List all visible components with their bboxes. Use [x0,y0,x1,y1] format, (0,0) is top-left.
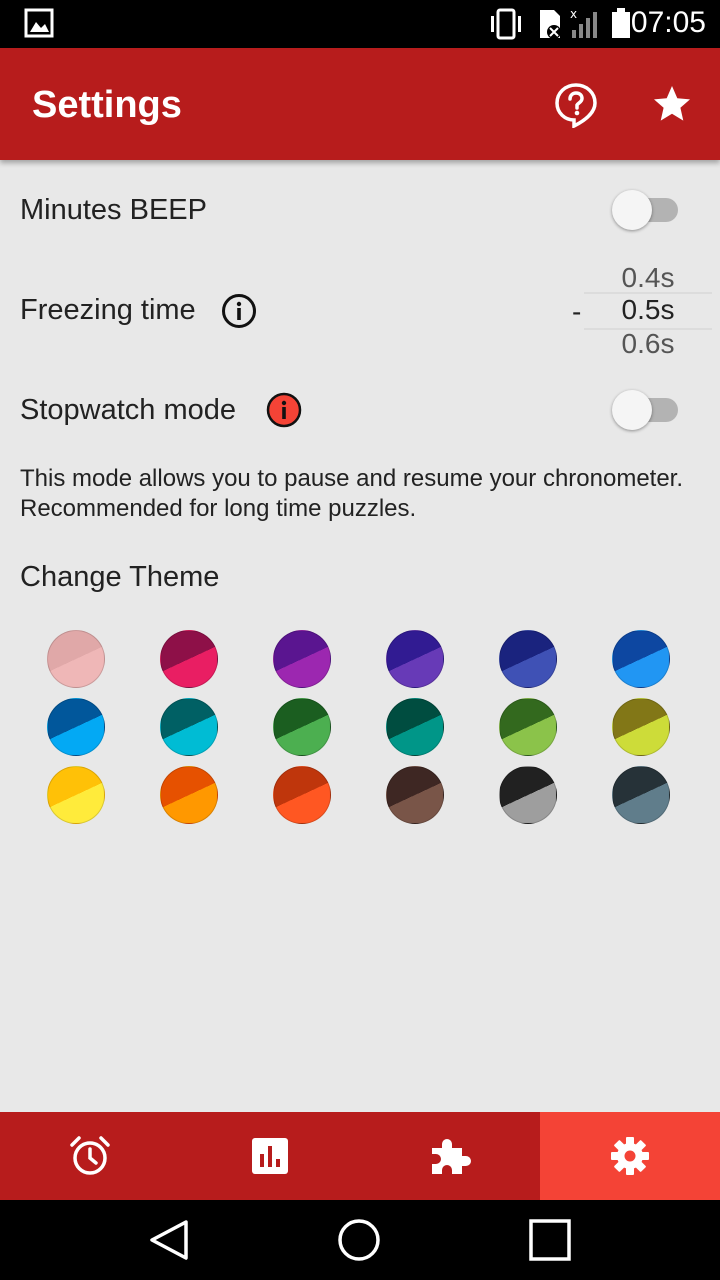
nav-puzzles[interactable] [360,1112,540,1200]
theme-swatch[interactable] [160,630,218,688]
battery-icon [612,8,630,38]
theme-swatch[interactable] [160,766,218,824]
help-icon[interactable] [552,80,600,128]
change-theme-label: Change Theme [20,561,220,593]
theme-swatch[interactable] [612,766,670,824]
alarm-clock-icon [70,1136,110,1175]
stopwatch-mode-toggle[interactable] [612,390,682,430]
back-icon[interactable] [146,1216,194,1264]
freezing-time-picker[interactable]: 0.4s 0.5s 0.6s [584,258,712,360]
theme-swatch[interactable] [273,698,331,756]
picker-prev-value[interactable]: 0.4s [584,262,712,294]
status-bar: x 07:05 [0,0,720,48]
nav-timer[interactable] [0,1112,180,1200]
star-icon[interactable] [648,80,696,128]
stopwatch-mode-description: This mode allows you to pause and resume… [20,465,684,522]
stopwatch-mode-label: Stopwatch mode [20,394,237,426]
nav-settings[interactable] [540,1112,720,1200]
sim-icon [540,10,561,39]
picker-current-value[interactable]: 0.5s [584,294,712,326]
picker-next-value[interactable]: 0.6s [584,328,712,360]
theme-swatch[interactable] [273,630,331,688]
toggle-thumb [612,390,652,430]
signal-icon: x [570,8,597,38]
minutes-beep-toggle[interactable] [612,190,682,230]
theme-swatch[interactable] [612,630,670,688]
status-time: 07:05 [630,6,706,39]
recents-icon[interactable] [526,1216,574,1264]
theme-swatch[interactable] [499,630,557,688]
theme-swatch[interactable] [47,698,105,756]
toggle-thumb [612,190,652,230]
theme-swatch[interactable] [612,698,670,756]
theme-swatch[interactable] [160,698,218,756]
minutes-beep-label: Minutes BEEP [20,194,207,226]
theme-swatch[interactable] [499,766,557,824]
image-icon [24,8,54,38]
warning-info-icon[interactable] [266,392,302,428]
home-icon[interactable] [335,1216,383,1264]
page-title: Settings [32,84,182,126]
stats-icon [252,1138,288,1174]
system-navigation-bar [0,1200,720,1280]
freezing-time-dash: - [572,296,582,327]
theme-swatch[interactable] [499,698,557,756]
theme-swatch[interactable] [273,766,331,824]
theme-swatch[interactable] [386,630,444,688]
svg-text:x: x [570,8,577,21]
app-bar: Settings [0,48,720,160]
bottom-navigation [0,1112,720,1200]
info-icon[interactable] [221,293,257,329]
theme-swatch[interactable] [386,766,444,824]
vibrate-icon [491,8,521,40]
theme-swatch[interactable] [47,766,105,824]
theme-swatch[interactable] [386,698,444,756]
freezing-time-label: Freezing time [20,294,196,326]
gear-icon [611,1137,649,1175]
puzzle-icon [432,1139,471,1174]
theme-swatch[interactable] [47,630,105,688]
nav-stats[interactable] [180,1112,360,1200]
